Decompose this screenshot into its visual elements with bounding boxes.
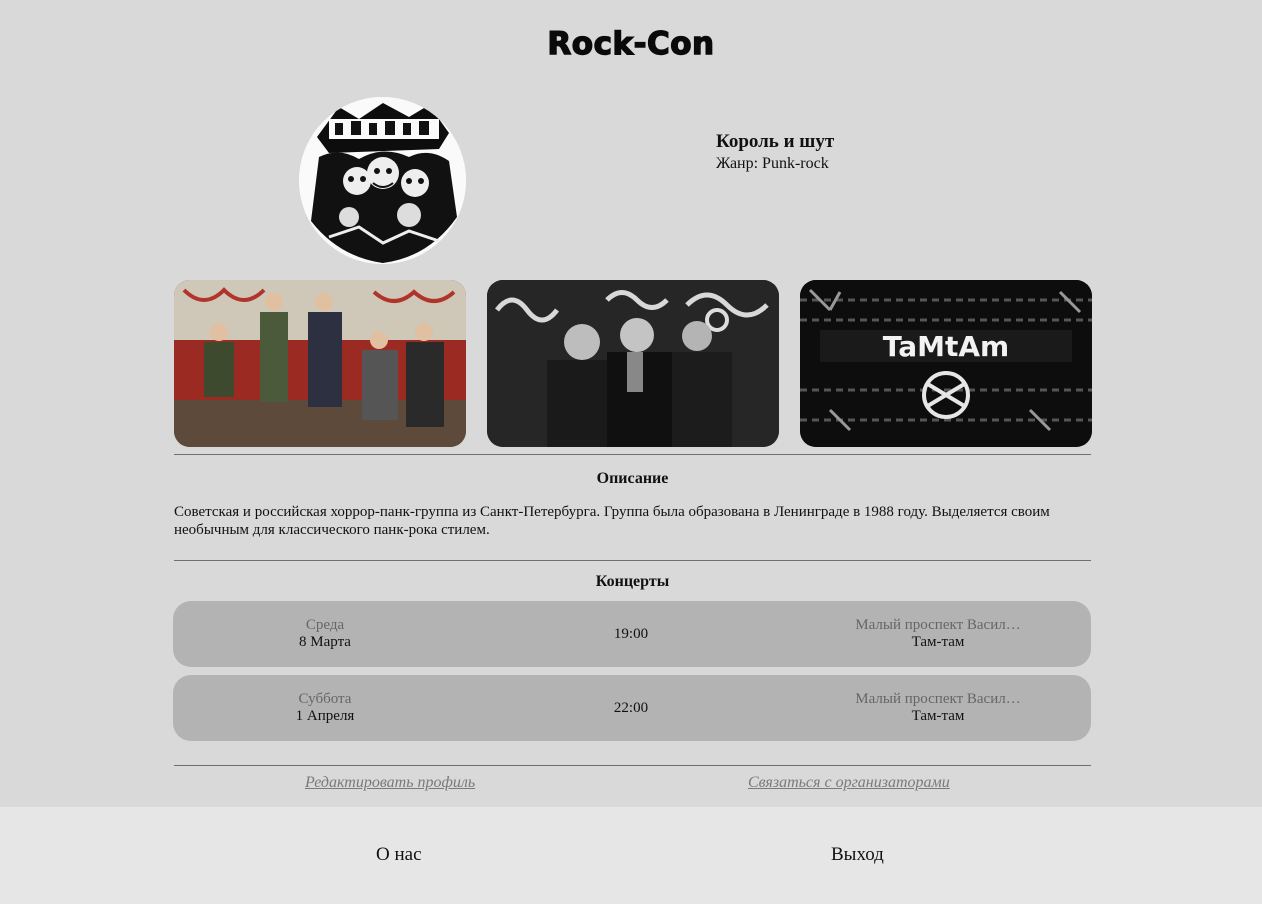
- logout-link[interactable]: Выход: [831, 844, 884, 866]
- concert-card[interactable]: Среда 8 Марта 19:00 Малый проспект Васил…: [173, 601, 1091, 667]
- concert-date: Среда 8 Марта: [225, 601, 425, 667]
- band-name: Король и шут: [716, 131, 835, 152]
- genre-value: Punk-rock: [762, 155, 829, 172]
- concert-venue: Там-там: [911, 634, 965, 650]
- concert-time-value: 22:00: [613, 699, 649, 716]
- app-logo: Rock-Con: [547, 25, 715, 62]
- band-avatar: [299, 97, 466, 264]
- concert-venue: Там-там: [911, 708, 965, 724]
- concert-time: 19:00: [531, 601, 731, 667]
- concert-card[interactable]: Суббота 1 Апреля 22:00 Малый проспект Ва…: [173, 675, 1091, 741]
- divider: [174, 560, 1091, 561]
- band-photo-image: TaMtAm: [800, 280, 1092, 447]
- band-info: Король и шут Жанр: Punk-rock: [716, 131, 834, 173]
- band-logo-image: [299, 97, 466, 264]
- concert-time: 22:00: [531, 675, 731, 741]
- concert-time-value: 19:00: [613, 625, 649, 642]
- concert-address: Малый проспект Васил…: [855, 691, 1021, 707]
- contact-organizers-link[interactable]: Связаться с организаторами: [748, 774, 950, 792]
- footer-nav: О нас Выход: [0, 807, 1262, 904]
- divider: [174, 765, 1091, 766]
- concert-date-value: 1 Апреля: [295, 708, 355, 724]
- concert-day: Среда: [305, 617, 345, 633]
- concerts-title: Концерты: [595, 573, 670, 590]
- band-photo-image: [487, 280, 779, 447]
- svg-text:TaMtAm: TaMtAm: [883, 330, 1009, 363]
- concert-date: Суббота 1 Апреля: [225, 675, 425, 741]
- concert-date-value: 8 Марта: [299, 634, 351, 650]
- concert-address: Малый проспект Васил…: [855, 617, 1021, 633]
- concert-place: Малый проспект Васил… Там-там: [838, 675, 1038, 741]
- band-photo-2[interactable]: [487, 280, 779, 447]
- band-photo-3[interactable]: TaMtAm: [800, 280, 1092, 447]
- description-title: Описание: [596, 470, 669, 487]
- band-photo-1[interactable]: [174, 280, 466, 447]
- concert-place: Малый проспект Васил… Там-там: [838, 601, 1038, 667]
- genre-label: Жанр:: [716, 155, 759, 172]
- edit-profile-link[interactable]: Редактировать профиль: [305, 774, 475, 792]
- about-link[interactable]: О нас: [376, 844, 422, 866]
- band-profile-page: Rock-Con Король и шут Жанр: Punk-rock Ta…: [0, 0, 1262, 904]
- divider: [174, 454, 1091, 455]
- description-text: Советская и российская хоррор-панк-групп…: [174, 504, 1050, 538]
- concert-day: Суббота: [298, 691, 352, 707]
- band-genre: Жанр: Punk-rock: [716, 154, 834, 173]
- band-photo-image: [174, 280, 466, 447]
